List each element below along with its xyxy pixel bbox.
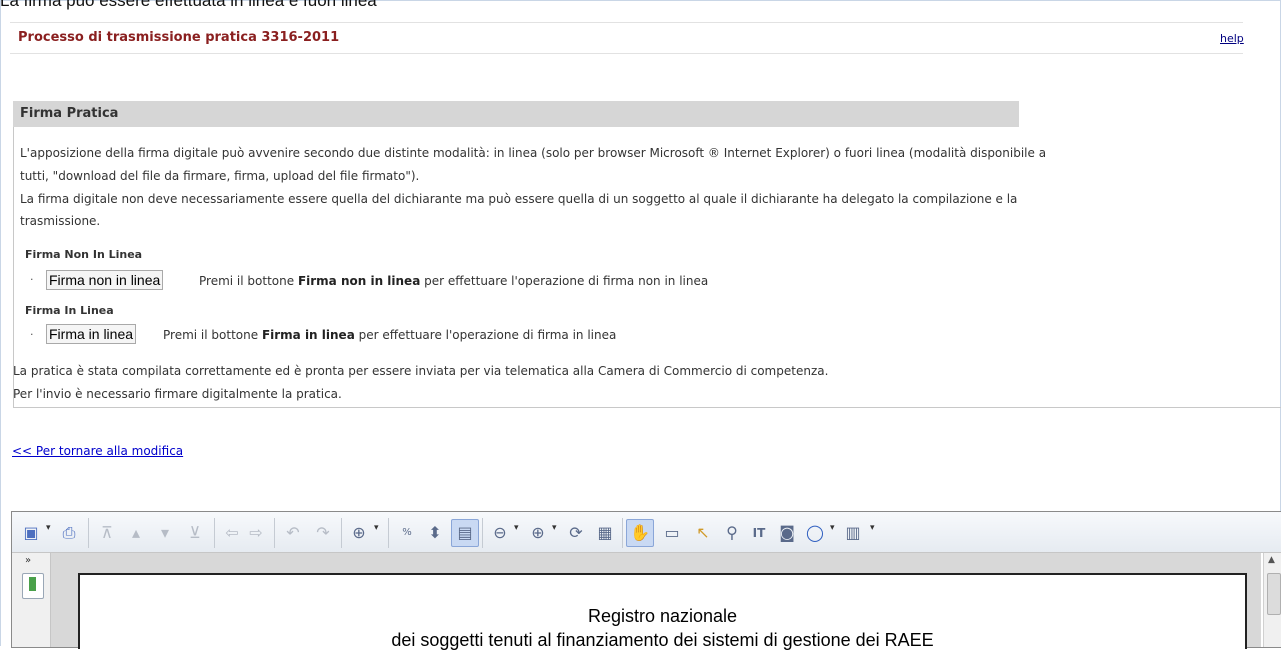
toolbar-separator	[388, 518, 389, 548]
last-page-icon[interactable]: ⊻	[184, 522, 206, 544]
print-icon[interactable]: ⎙	[58, 522, 80, 544]
snapshot-icon[interactable]: ◙	[776, 522, 798, 544]
offline-heading: Firma Non In Linea	[25, 248, 143, 261]
previous-page-icon[interactable]: ▴	[125, 522, 147, 544]
back-to-edit-link[interactable]: << Per tornare alla modifica	[12, 444, 183, 458]
panel-header: Firma Pratica	[13, 101, 1019, 127]
shape-icon[interactable]: ◯	[804, 522, 826, 544]
text-field-chevron-icon[interactable]: ▾	[870, 523, 875, 533]
help-link[interactable]: help	[1220, 32, 1244, 45]
offline-desc-suffix: per effettuare l'operazione di firma non…	[424, 274, 709, 288]
actual-size-icon[interactable]: %	[396, 522, 418, 544]
online-desc-bold: Firma in linea	[261, 328, 355, 342]
toolbar-separator	[482, 518, 483, 548]
toolbar-separator	[214, 518, 215, 548]
firma-in-linea-button[interactable]: Firma in linea	[46, 324, 137, 344]
first-page-icon[interactable]: ⊼	[96, 522, 118, 544]
intro-line-3: La firma digitale non deve necessariamen…	[20, 192, 1018, 206]
firma-non-in-linea-button[interactable]: Firma non in linea	[46, 270, 164, 290]
scrollbar-thumb[interactable]	[1267, 573, 1281, 615]
panel-title: Firma Pratica	[20, 106, 119, 121]
redo-icon[interactable]: ↷	[312, 522, 334, 544]
offline-desc-bold: Firma non in linea	[297, 274, 421, 288]
vertical-scrollbar[interactable]: ▲	[1263, 553, 1281, 647]
online-heading: Firma In Linea	[25, 304, 114, 317]
toolbar-separator	[88, 518, 89, 548]
document-title-line-1: Registro nazionale	[587, 606, 738, 626]
intro-line-1: L'apposizione della firma digitale può a…	[20, 146, 1047, 160]
intro-line-2: tutti, "download del file da firmare, fi…	[20, 169, 420, 183]
save-menu-chevron-icon[interactable]: ▾	[46, 523, 51, 533]
bullet-offline: ·	[30, 273, 34, 286]
shape-menu-chevron-icon[interactable]: ▾	[830, 523, 835, 533]
bullet-online: ·	[30, 328, 34, 341]
zoom-in-chevron-icon[interactable]: ▾	[552, 523, 557, 533]
offline-description: Premi il bottone Firma non in linea per …	[199, 274, 708, 288]
zoom-in-circle-icon[interactable]: ⊕	[527, 522, 549, 544]
loupe-icon[interactable]: ▭	[661, 522, 683, 544]
fit-page-icon[interactable]: ⬍	[424, 522, 446, 544]
text-select-icon[interactable]: IT	[748, 522, 770, 544]
bookmarks-icon[interactable]	[22, 573, 44, 599]
back-view-icon[interactable]: ⇦	[221, 522, 243, 544]
toolbar-separator	[622, 518, 623, 548]
intro-line-4: trasmissione.	[20, 214, 101, 228]
online-desc-suffix: per effettuare l'operazione di firma in …	[358, 328, 617, 342]
toolbar-separator	[274, 518, 275, 548]
forward-view-icon[interactable]: ⇨	[245, 522, 267, 544]
caption-text: La firma può essere effettuata in linea …	[0, 0, 377, 10]
navigation-sidebar: »	[12, 553, 51, 647]
zoom-out-chevron-icon[interactable]: ▾	[514, 523, 519, 533]
fit-width-icon[interactable]: ▤	[451, 519, 479, 547]
save-icon[interactable]: ▣	[20, 522, 42, 544]
footer-line-2: Per l'invio è necessario firmare digital…	[13, 387, 342, 401]
undo-icon[interactable]: ↶	[282, 522, 304, 544]
zoom-out-circle-icon[interactable]: ⊖	[489, 522, 511, 544]
online-desc-prefix: Premi il bottone	[163, 328, 259, 342]
expand-panel-icon[interactable]: »	[25, 555, 31, 566]
page-layout-icon[interactable]: ▦	[594, 522, 616, 544]
footer-line-1: La pratica è stata compilata correttamen…	[13, 364, 829, 378]
hand-tool-icon[interactable]: ✋	[626, 519, 654, 547]
page-header: Processo di trasmissione pratica 3316-20…	[10, 22, 1244, 54]
select-arrow-icon[interactable]: ↖	[692, 522, 714, 544]
document-page: Registro nazionale dei soggetti tenuti a…	[78, 573, 1247, 650]
next-page-icon[interactable]: ▾	[154, 522, 176, 544]
document-area: Registro nazionale dei soggetti tenuti a…	[51, 553, 1261, 650]
pdf-viewer: ▣ ▾ ⎙ ⊼ ▴ ▾ ⊻ ⇦ ⇨ ↶ ↷ ⊕ ▾ % ⬍ ▤ ⊖ ▾ ⊕ ▾ …	[11, 511, 1281, 650]
zoom-menu-chevron-icon[interactable]: ▾	[374, 523, 379, 533]
find-icon[interactable]: ⚲	[721, 522, 743, 544]
window-border-left	[0, 0, 1, 646]
online-description: Premi il bottone Firma in linea per effe…	[163, 328, 616, 342]
toolbar-separator	[341, 518, 342, 548]
rotate-icon[interactable]: ⟳	[565, 522, 587, 544]
zoom-in-icon[interactable]: ⊕	[348, 522, 370, 544]
text-field-icon[interactable]: ▥	[842, 522, 864, 544]
offline-desc-prefix: Premi il bottone	[199, 274, 295, 288]
scroll-up-icon[interactable]: ▲	[1268, 555, 1275, 565]
document-title-line-2: dei soggetti tenuti al finanziamento dei…	[391, 630, 934, 650]
pdf-toolbar: ▣ ▾ ⎙ ⊼ ▴ ▾ ⊻ ⇦ ⇨ ↶ ↷ ⊕ ▾ % ⬍ ▤ ⊖ ▾ ⊕ ▾ …	[12, 512, 1281, 553]
page-title: Processo di trasmissione pratica 3316-20…	[18, 30, 340, 45]
